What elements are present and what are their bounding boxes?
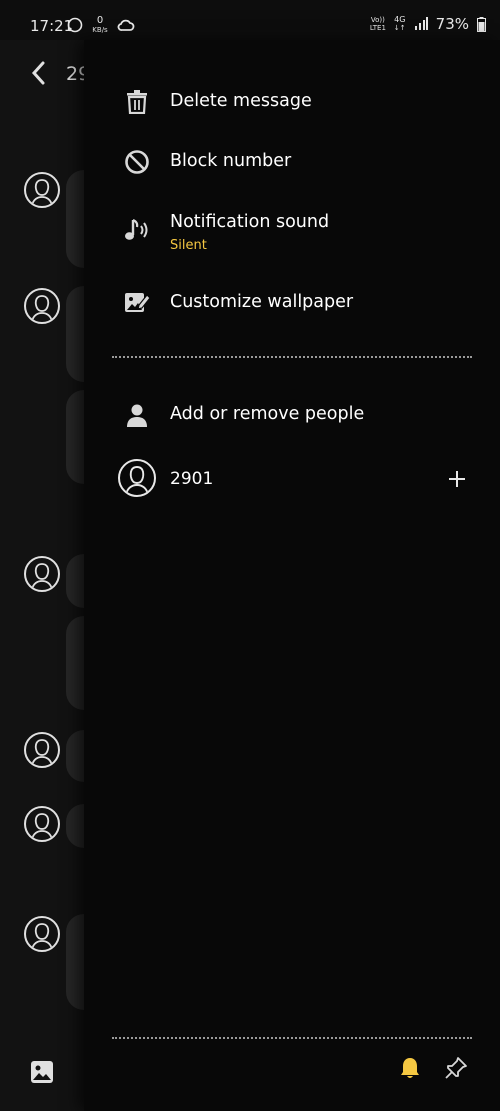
add-remove-people-item[interactable]: Add or remove people	[84, 390, 500, 440]
plus-icon	[449, 471, 465, 487]
block-number-label: Block number	[170, 151, 292, 171]
person-outline-icon	[31, 739, 53, 766]
gallery-button[interactable]	[30, 1060, 54, 1088]
block-number-item[interactable]: Block number	[84, 137, 500, 187]
bell-icon	[401, 1058, 419, 1078]
participant-avatar[interactable]	[118, 459, 156, 497]
back-button[interactable]	[28, 60, 50, 90]
person-outline-icon	[31, 295, 53, 322]
participant-name: 2901	[170, 469, 214, 489]
wallpaper-icon	[124, 290, 150, 316]
delete-message-item[interactable]: Delete message	[84, 77, 500, 127]
person-outline-icon	[31, 563, 53, 590]
whatsapp-icon	[67, 17, 83, 33]
trash-icon	[124, 89, 150, 115]
chevron-left-icon	[31, 61, 45, 85]
battery-level: 73%	[435, 15, 469, 33]
contact-avatar[interactable]	[24, 806, 60, 842]
person-outline-icon	[31, 923, 53, 950]
footer-divider	[112, 1037, 472, 1039]
pin-conversation-button[interactable]	[444, 1056, 468, 1080]
cloud-icon	[117, 19, 135, 31]
pin-icon	[445, 1057, 467, 1079]
add-remove-people-label: Add or remove people	[170, 404, 365, 424]
notification-sound-label: Notification sound	[170, 212, 330, 232]
contact-avatar[interactable]	[24, 288, 60, 324]
person-icon	[124, 402, 150, 428]
person-outline-icon	[31, 813, 53, 840]
conversation-options-drawer: Delete message Block number Notification…	[84, 40, 500, 1111]
contact-avatar[interactable]	[24, 916, 60, 952]
block-icon	[124, 149, 150, 175]
volte-indicator: Vo)) LTE1	[369, 16, 386, 32]
music-note-icon	[124, 217, 150, 243]
image-icon	[31, 1061, 53, 1083]
network-type: 4G ↓↑	[393, 15, 406, 33]
contact-avatar[interactable]	[24, 556, 60, 592]
signal-icon	[414, 17, 428, 30]
person-outline-icon	[31, 179, 53, 206]
customize-wallpaper-item[interactable]: Customize wallpaper	[84, 278, 500, 328]
customize-wallpaper-label: Customize wallpaper	[170, 292, 354, 312]
person-outline-icon	[125, 466, 149, 495]
notification-sound-item[interactable]: Notification sound Silent	[84, 200, 500, 260]
data-speed-indicator: 0 KB/s	[92, 15, 108, 35]
battery-icon	[477, 16, 486, 32]
contact-avatar[interactable]	[24, 172, 60, 208]
status-bar: 17:21 0 KB/s Vo)) LTE1 4G ↓↑ 73%	[0, 0, 500, 40]
divider	[112, 356, 472, 358]
add-participant-button[interactable]	[446, 468, 468, 490]
contact-avatar[interactable]	[24, 732, 60, 768]
notifications-toggle-button[interactable]	[398, 1056, 422, 1080]
notification-sound-value: Silent	[170, 238, 207, 253]
delete-message-label: Delete message	[170, 91, 312, 111]
